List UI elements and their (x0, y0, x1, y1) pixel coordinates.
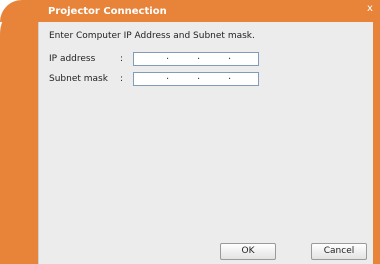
ip-address-label: IP address (49, 54, 96, 64)
cancel-button[interactable]: Cancel (311, 243, 367, 260)
ip-address-field[interactable]: . . . (133, 51, 259, 66)
window-frame-right (373, 0, 380, 264)
subnet-mask-colon: : (120, 74, 124, 84)
ip-octet-2[interactable] (168, 53, 196, 65)
subnet-octet-2[interactable] (168, 73, 196, 85)
subnet-octet-3[interactable] (199, 73, 227, 85)
dialog-content: Enter Computer IP Address and Subnet mas… (38, 22, 373, 264)
dialog-title: Projector Connection (48, 6, 167, 17)
instruction-text: Enter Computer IP Address and Subnet mas… (49, 31, 255, 41)
ip-octet-4[interactable] (230, 53, 258, 65)
subnet-mask-field[interactable]: . . . (133, 71, 259, 86)
ip-octet-1[interactable] (136, 53, 164, 65)
ip-address-colon: : (120, 54, 124, 64)
subnet-octet-4[interactable] (230, 73, 258, 85)
close-icon[interactable]: x (364, 2, 376, 16)
subnet-mask-label: Subnet mask (49, 74, 108, 84)
subnet-mask-row: Subnet mask : . . . (49, 71, 269, 88)
window-frame-left (0, 0, 38, 264)
ip-address-row: IP address : . . . (49, 51, 269, 68)
projector-connection-dialog: Projector Connection x Enter Computer IP… (0, 0, 380, 264)
ok-button[interactable]: OK (220, 243, 276, 260)
subnet-octet-1[interactable] (136, 73, 164, 85)
ip-octet-3[interactable] (199, 53, 227, 65)
